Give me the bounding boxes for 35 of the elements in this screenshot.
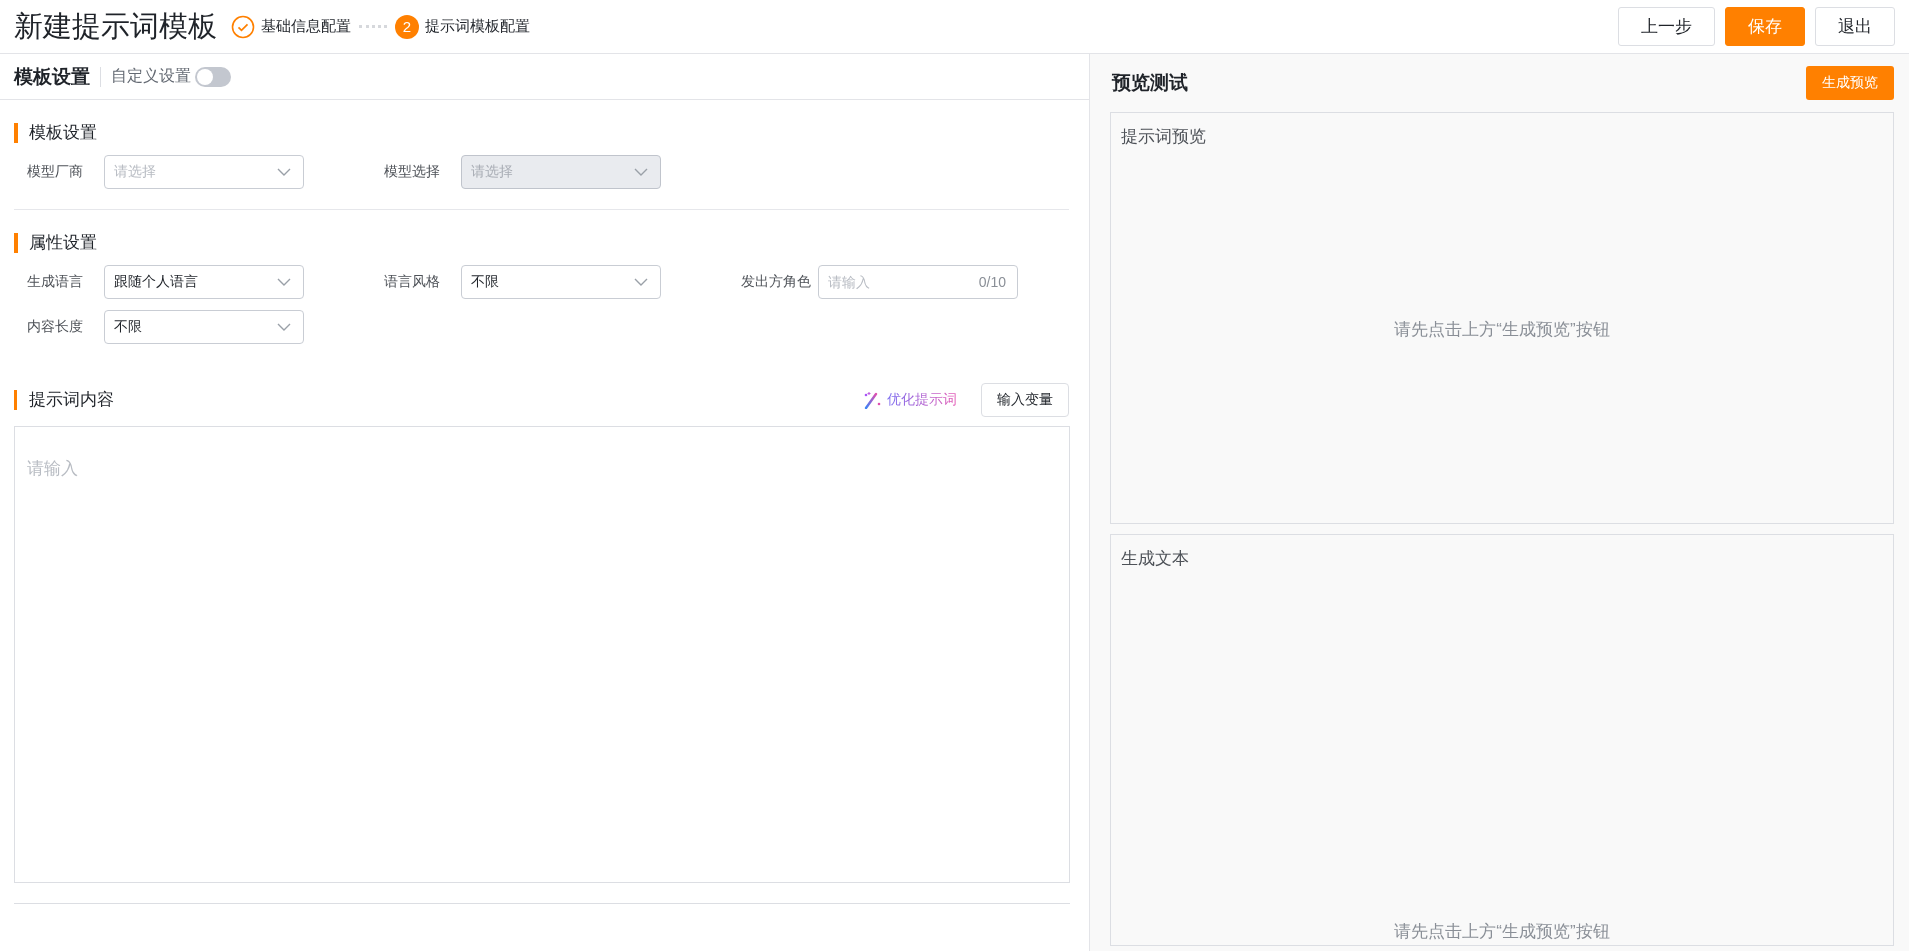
toggle-switch[interactable] (195, 66, 231, 87)
field-label: 生成语言 (26, 273, 84, 291)
caret-icon (277, 323, 291, 331)
empty-hint: 请先点击上方“生成预览”按钮 (1393, 921, 1611, 943)
empty-hint: 请先点击上方“生成预览”按钮 (1393, 319, 1611, 341)
section-title: 模板设置 (14, 123, 1069, 143)
character-counter: 0/10 (978, 274, 1006, 290)
magic-wand-icon (863, 391, 881, 409)
caret-icon (634, 278, 648, 286)
caret-icon (277, 168, 291, 176)
dropdown[interactable]: 不限 (461, 265, 661, 299)
card-title: 生成文本 (1121, 548, 1190, 570)
dropdown[interactable]: 跟随个人语言 (104, 265, 304, 299)
header-button[interactable]: 上一步 (1618, 7, 1715, 46)
insert-variable-button[interactable]: 输入变量 (981, 383, 1069, 417)
field-label: 模型选择 (383, 163, 441, 181)
step-label: 基础信息配置 (261, 17, 351, 36)
dropdown[interactable]: 不限 (104, 310, 304, 344)
section-title: 属性设置 (14, 233, 1069, 253)
field-label: 发出方角色 (740, 273, 812, 291)
panel-title: 模板设置 (14, 64, 90, 89)
section-title: 提示词内容 (14, 390, 114, 410)
prompt-editor[interactable]: 请输入 (14, 426, 1070, 883)
header-button[interactable]: 退出 (1815, 7, 1895, 46)
step-number: 2 (395, 14, 419, 39)
field-label: 模型厂商 (26, 163, 84, 181)
step-label: 提示词模板配置 (425, 17, 530, 36)
panel-title: 预览测试 (1110, 71, 1188, 95)
card-title: 提示词预览 (1121, 126, 1207, 148)
toggle-label: 自定义设置 (111, 66, 191, 86)
field-label: 内容长度 (26, 318, 84, 336)
page-title: 新建提示词模板 (14, 8, 217, 44)
field-label: 语言风格 (383, 273, 441, 291)
caret-icon (277, 278, 291, 286)
caret-icon (634, 168, 648, 176)
